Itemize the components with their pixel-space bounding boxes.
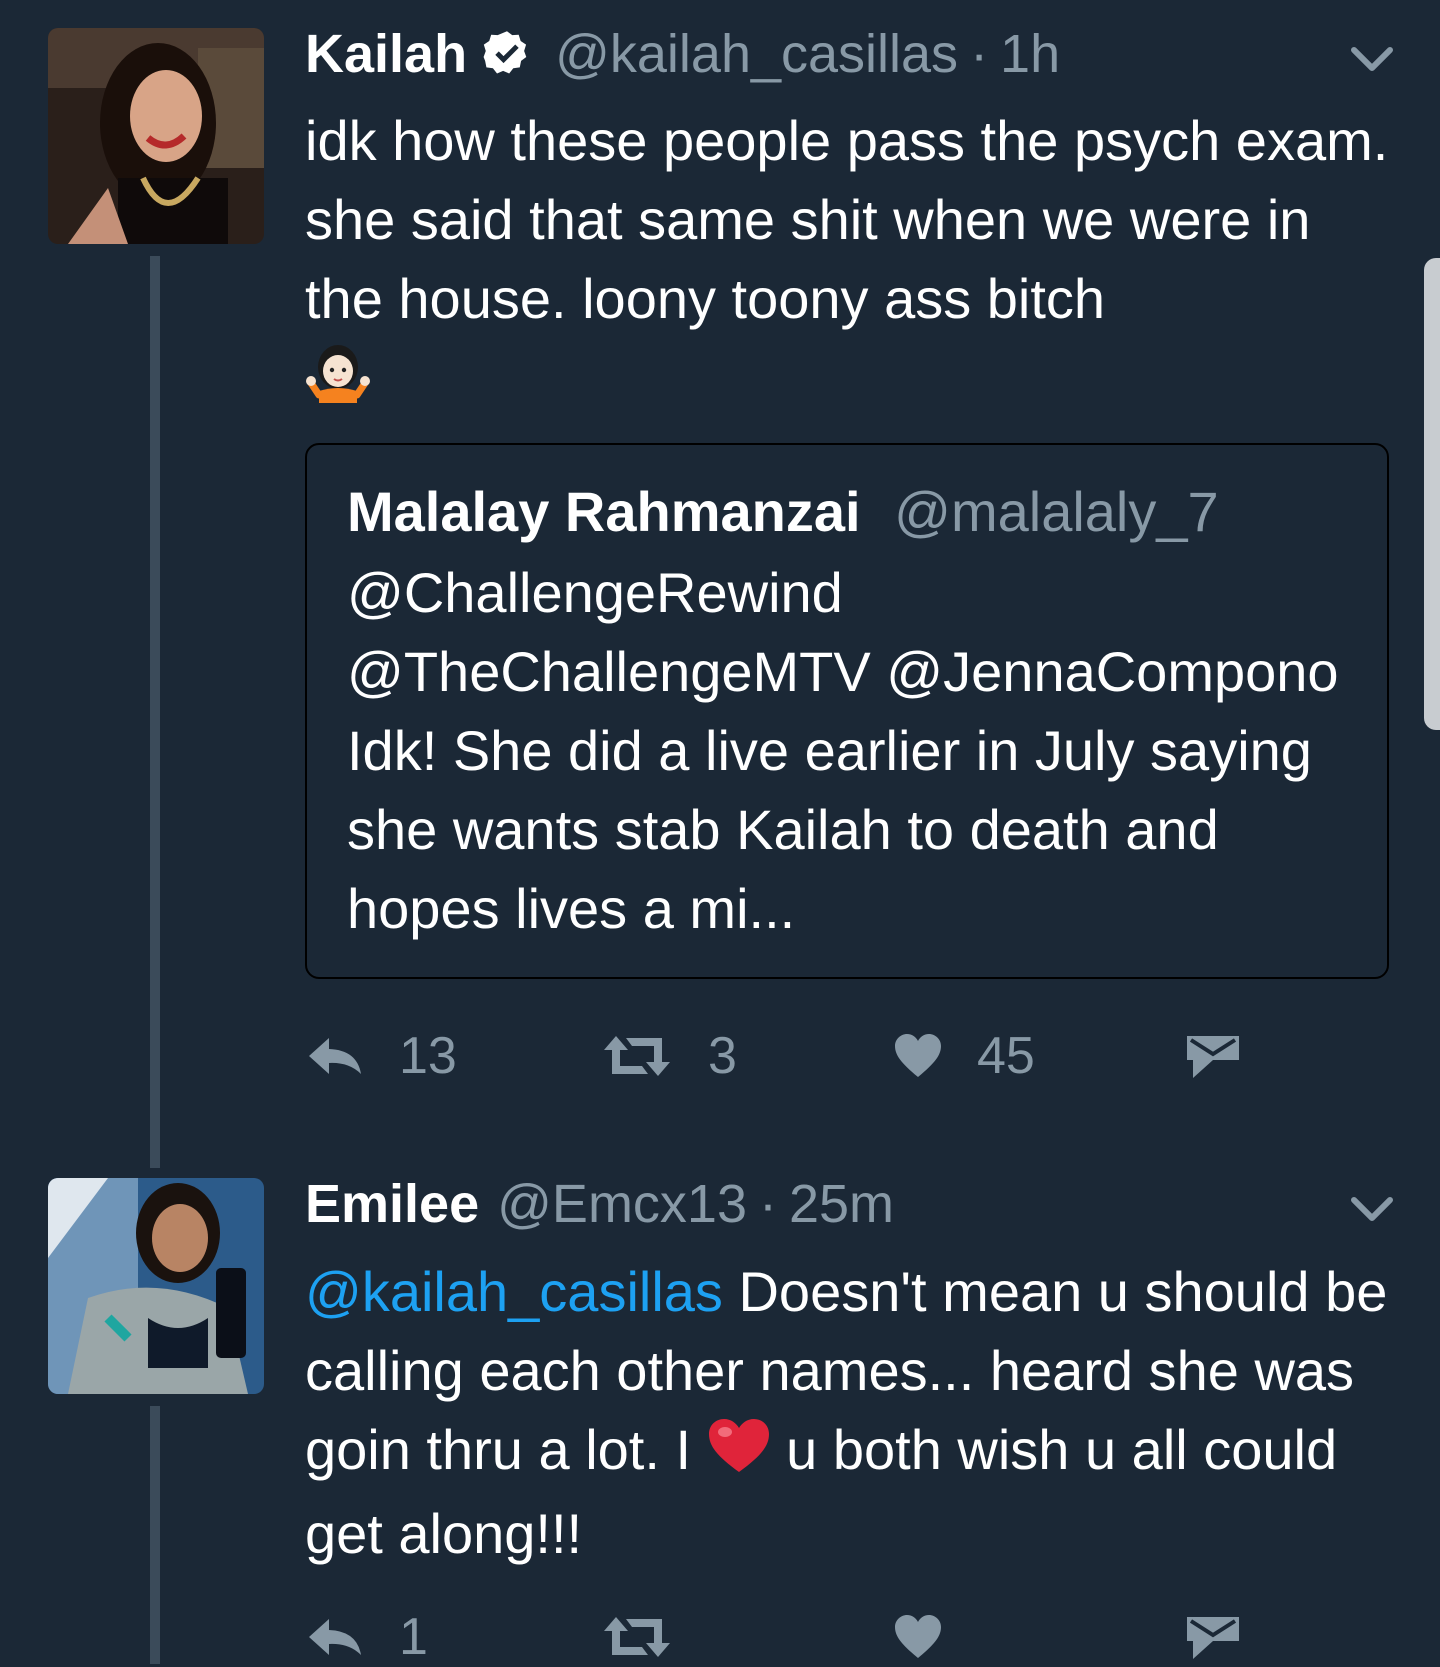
tweet-header: Emilee @Emcx13 · 25m [305, 1174, 894, 1234]
tweet-kailah[interactable]: Kailah @kailah_casillas · 1h idk how the… [0, 0, 1440, 1168]
direct-message-icon [1187, 1036, 1239, 1078]
tweet-text: idk how these people pass the psych exam… [305, 101, 1395, 425]
scrollbar-thumb[interactable] [1424, 258, 1440, 730]
tweet-actions: 13 3 45 [305, 1026, 1305, 1086]
like-count: 45 [977, 1027, 1035, 1085]
quoted-tweet-text: @ChallengeRewind @TheChallengeMTV @Jenna… [347, 561, 1339, 940]
reply-count: 13 [399, 1027, 457, 1085]
heart-icon [895, 1034, 941, 1077]
avatar-emilee[interactable] [48, 1178, 264, 1394]
tweet-text: @kailah_casillas Doesn't mean u should b… [305, 1252, 1395, 1573]
tweet-actions: 1 [305, 1607, 1305, 1667]
thread-connector-line-lower [150, 1406, 160, 1664]
avatar-kailah-image [48, 28, 264, 244]
heart-icon [895, 1615, 941, 1658]
like-button[interactable] [893, 1607, 943, 1667]
quoted-author-handle: @malalaly_7 [894, 480, 1219, 543]
reply-icon [309, 1619, 361, 1655]
chevron-down-icon[interactable] [1350, 44, 1394, 74]
reply-count: 1 [399, 1608, 428, 1666]
quoted-tweet-header: Malalay Rahmanzai @malalaly_7 [347, 480, 1219, 544]
direct-message-button[interactable] [1185, 1607, 1241, 1667]
header-separator: · [759, 1174, 777, 1234]
tweet-timestamp[interactable]: 1h [1000, 24, 1060, 84]
retweet-count: 3 [708, 1027, 737, 1085]
chevron-down-icon[interactable] [1350, 1194, 1394, 1224]
mention-link[interactable]: @kailah_casillas [305, 1260, 723, 1323]
reply-icon [309, 1038, 361, 1074]
red-heart-emoji-icon [707, 1415, 771, 1494]
retweet-button[interactable]: 3 [600, 1026, 737, 1086]
like-button[interactable]: 45 [893, 1026, 1035, 1086]
retweet-button[interactable] [600, 1607, 674, 1667]
reply-button[interactable]: 13 [305, 1026, 457, 1086]
author-handle[interactable]: @kailah_casillas [555, 24, 958, 84]
retweet-icon [604, 1036, 670, 1076]
avatar-emilee-image [48, 1178, 264, 1394]
thread-connector-line [150, 256, 160, 1168]
verified-badge-icon [483, 31, 527, 74]
author-name[interactable]: Kailah [305, 24, 467, 84]
tweet-timestamp[interactable]: 25m [789, 1174, 894, 1234]
quoted-tweet-card[interactable]: Malalay Rahmanzai @malalaly_7 @Challenge… [305, 443, 1389, 979]
author-name[interactable]: Emilee [305, 1174, 479, 1234]
author-handle[interactable]: @Emcx13 [497, 1174, 747, 1234]
retweet-icon [604, 1617, 670, 1657]
tweet-emilee[interactable]: Emilee @Emcx13 · 25m @kailah_casillas Do… [0, 1150, 1440, 1667]
tweet-text-content: idk how these people pass the psych exam… [305, 109, 1389, 330]
direct-message-button[interactable] [1185, 1026, 1241, 1086]
header-separator: · [970, 24, 989, 84]
shrug-emoji-icon [305, 339, 371, 425]
avatar-kailah[interactable] [48, 28, 264, 244]
reply-button[interactable]: 1 [305, 1607, 428, 1667]
direct-message-icon [1187, 1617, 1239, 1659]
quoted-author-name: Malalay Rahmanzai [347, 480, 861, 543]
tweet-header: Kailah @kailah_casillas · 1h [305, 24, 1060, 84]
